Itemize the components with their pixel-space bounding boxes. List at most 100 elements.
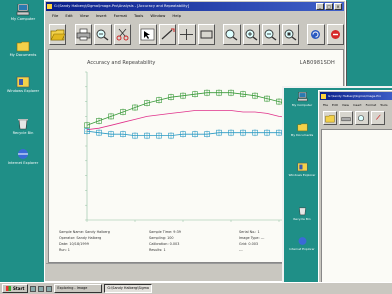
minimize-button[interactable]: _ xyxy=(316,3,324,10)
menu-view[interactable]: View xyxy=(342,101,349,109)
desktop-icon-label: Windows Explorer xyxy=(288,173,316,177)
second-screenshot: My Computer My Documents Windows Explore… xyxy=(282,86,392,294)
taskbar-button-exploring[interactable]: Exploring - Image xyxy=(54,284,103,293)
menu-help[interactable]: Help xyxy=(172,12,181,20)
desktop-icon-my-computer-2[interactable]: My Computer xyxy=(286,92,318,107)
menu-format[interactable]: Format xyxy=(366,101,377,109)
menu-bar: File Edit View Insert Format Tools Windo… xyxy=(46,12,344,20)
toolbar xyxy=(46,21,345,47)
rectangle-tool-button[interactable] xyxy=(197,23,216,45)
zoom-in-plus-button[interactable] xyxy=(242,23,261,45)
desktop-icon-label: Recycle Bin xyxy=(12,131,34,135)
refresh-button[interactable] xyxy=(307,23,325,45)
desktop-icon-windows-explorer[interactable]: Windows Explorer xyxy=(3,76,43,94)
menu-file[interactable]: File xyxy=(52,12,58,20)
info-cell: Run: 1 xyxy=(59,248,70,252)
zoom-selection-button[interactable] xyxy=(281,23,300,45)
crosshair-icon xyxy=(180,28,194,40)
desktop-icon-my-documents[interactable]: My Documents xyxy=(3,40,43,58)
quick-launch-desktop-icon[interactable] xyxy=(30,285,37,292)
second-window-titlebar[interactable]: G:\Sandy Halberg\Sigma\Image-Pro xyxy=(320,92,392,100)
open-folder-button[interactable] xyxy=(323,111,337,125)
line-tool-icon xyxy=(161,28,175,39)
menu-edit[interactable]: Edit xyxy=(332,101,338,109)
info-cell: Operator: Sandy Halberg xyxy=(59,236,102,240)
window-title: G:\Sandy Halberg\Sigma\Image-Pro\Analysi… xyxy=(54,4,190,8)
info-cell: Date: 10/18/1999 xyxy=(59,242,89,246)
second-window: G:\Sandy Halberg\Sigma\Image-Pro File Ed… xyxy=(318,90,392,294)
desktop-icon-internet-explorer-2[interactable]: Internet Explorer xyxy=(286,236,318,251)
second-report-document xyxy=(321,129,392,294)
menu-view[interactable]: View xyxy=(80,12,89,20)
desktop-icon-label: My Computer xyxy=(291,103,313,107)
second-menu-bar: File Edit View Insert Format Tools xyxy=(320,101,392,109)
desktop-icon-my-computer[interactable]: My Computer xyxy=(3,4,43,22)
desktop-icon-recycle-bin[interactable]: Recycle Bin xyxy=(3,118,43,136)
zoom-fit-icon xyxy=(264,29,277,41)
open-folder-button[interactable] xyxy=(49,23,67,45)
refresh-icon xyxy=(311,29,321,39)
menu-file[interactable]: File xyxy=(323,101,328,109)
recycle-bin-icon xyxy=(298,207,306,216)
desktop-icon-label: My Computer xyxy=(10,17,36,21)
computer-icon xyxy=(297,92,307,102)
zoom-in-button[interactable] xyxy=(223,23,241,45)
desktop-icon-label: Windows Explorer xyxy=(6,89,40,93)
desktop-icon-label: Internet Explorer xyxy=(289,247,315,251)
line-tool-button[interactable] xyxy=(158,23,177,45)
cut-button[interactable] xyxy=(113,23,132,45)
crosshair-button[interactable] xyxy=(178,23,196,45)
select-arrow-icon xyxy=(141,28,155,40)
zoom-out-button[interactable] xyxy=(355,111,369,125)
zoom-fit-button[interactable] xyxy=(262,23,280,45)
menu-window[interactable]: Window xyxy=(150,12,165,20)
select-button[interactable] xyxy=(139,23,157,45)
computer-icon xyxy=(16,4,30,16)
print-button[interactable] xyxy=(339,111,353,125)
zoom-out-button[interactable] xyxy=(94,23,112,45)
desktop-icon-recycle-bin-2[interactable]: Recycle Bin xyxy=(286,206,318,221)
menu-tools[interactable]: Tools xyxy=(380,101,387,109)
app-icon xyxy=(47,4,52,9)
taskbar: Start Exploring - Image G:\Sandy Halberg… xyxy=(0,282,392,294)
desktop-icon-windows-explorer-2[interactable]: Windows Explorer xyxy=(286,162,318,177)
menu-insert[interactable]: Insert xyxy=(353,101,362,109)
quick-launch-mail-icon[interactable] xyxy=(46,285,53,292)
print-icon xyxy=(76,28,91,40)
rectangle-tool-icon xyxy=(200,30,213,38)
menu-insert[interactable]: Insert xyxy=(96,12,107,20)
menu-format[interactable]: Format xyxy=(114,12,127,20)
window-titlebar[interactable]: G:\Sandy Halberg\Sigma\Image-Pro\Analysi… xyxy=(46,2,344,11)
explorer-icon xyxy=(16,76,30,88)
info-cell: Sample Name: Sandy Halberg xyxy=(59,230,110,234)
second-window-title: G:\Sandy Halberg\Sigma\Image-Pro xyxy=(328,94,382,98)
stop-icon xyxy=(330,29,340,39)
app-icon xyxy=(321,94,326,99)
windows-logo-icon xyxy=(6,286,11,291)
menu-tools[interactable]: Tools xyxy=(134,12,143,20)
print-button[interactable] xyxy=(74,23,93,45)
stop-button[interactable] xyxy=(326,23,345,45)
cut-button[interactable] xyxy=(371,111,385,125)
info-cell: Sample Time: 9:39 xyxy=(149,230,181,234)
info-cell: Calibration: 0.003 xyxy=(149,242,180,246)
desktop-icon-internet-explorer[interactable]: Internet Explorer xyxy=(3,148,43,166)
maximize-button[interactable]: □ xyxy=(325,3,333,10)
scissors-icon xyxy=(116,28,129,40)
folder-icon xyxy=(297,123,307,132)
desktop-icon-label: Recycle Bin xyxy=(293,217,311,221)
taskbar-button-analysis[interactable]: G:\Sandy Halberg\Sigma xyxy=(104,284,153,293)
menu-edit[interactable]: Edit xyxy=(65,12,72,20)
zoom-in-icon xyxy=(225,29,238,41)
explorer-icon xyxy=(297,162,307,172)
close-button[interactable]: × xyxy=(334,3,342,10)
desktop-icon-label: My Documents xyxy=(9,53,37,57)
zoom-out-icon xyxy=(96,29,109,41)
info-cell: Results: 1 xyxy=(149,248,166,252)
zoom-selection-icon xyxy=(284,29,297,41)
quick-launch-browser-icon[interactable] xyxy=(38,285,45,292)
desktop-icon-my-documents-2[interactable]: My Documents xyxy=(286,122,318,137)
zoom-out-icon xyxy=(358,114,364,121)
start-button[interactable]: Start xyxy=(2,284,29,293)
info-cell: Sampling: 100 xyxy=(149,236,174,240)
